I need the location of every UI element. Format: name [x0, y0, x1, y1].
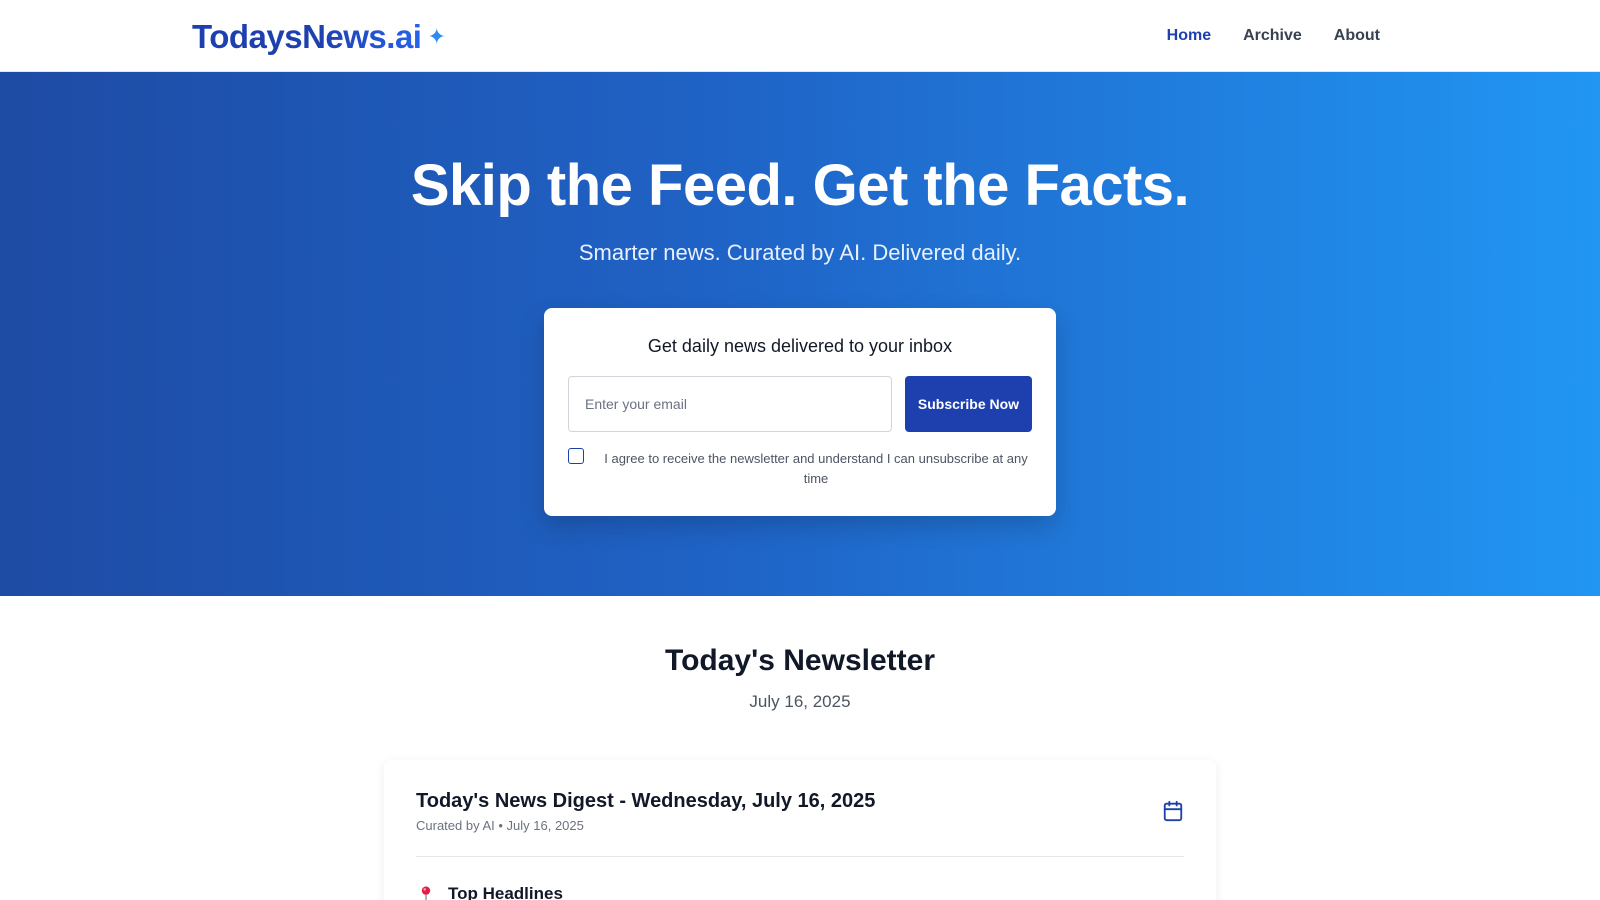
hero-title: Skip the Feed. Get the Facts. [410, 153, 1190, 218]
subscribe-card: Get daily news delivered to your inbox S… [544, 308, 1056, 516]
nav-home-link[interactable]: Home [1167, 27, 1211, 45]
subscribe-card-title: Get daily news delivered to your inbox [647, 336, 953, 356]
digest-divider [416, 856, 1184, 857]
newsletter-section-title: Today's Newsletter [665, 644, 935, 677]
nav-archive-link[interactable]: Archive [1243, 27, 1302, 45]
newsletter-date: July 16, 2025 [749, 692, 851, 711]
calendar-icon[interactable] [1162, 800, 1184, 822]
email-input[interactable] [568, 376, 892, 432]
site-header: TodaysNews.ai ✦ Home Archive About [0, 0, 1600, 72]
pin-icon [421, 886, 431, 900]
digest-title: Today's News Digest - Wednesday, July 16… [416, 790, 876, 812]
site-logo[interactable]: TodaysNews.ai ✦ [192, 18, 446, 56]
sparkle-icon: ✦ [427, 24, 446, 49]
subscribe-button[interactable]: Subscribe Now [905, 376, 1032, 432]
digest-meta: Curated by AI • July 16, 2025 [416, 818, 584, 833]
consent-label: I agree to receive the newsletter and un… [604, 451, 1028, 486]
nav-about-link[interactable]: About [1334, 27, 1380, 45]
hero-section: Skip the Feed. Get the Facts. Smarter ne… [0, 72, 1600, 596]
top-headlines-label: Top Headlines [448, 884, 563, 900]
logo-text: TodaysNews.ai [192, 18, 422, 55]
top-headlines-heading: Top Headlines [416, 884, 563, 900]
digest-card: Today's News Digest - Wednesday, July 16… [384, 760, 1216, 900]
consent-checkbox[interactable] [568, 448, 584, 464]
hero-subtitle: Smarter news. Curated by AI. Delivered d… [578, 240, 1022, 265]
main-nav: Home Archive About [1167, 27, 1380, 45]
